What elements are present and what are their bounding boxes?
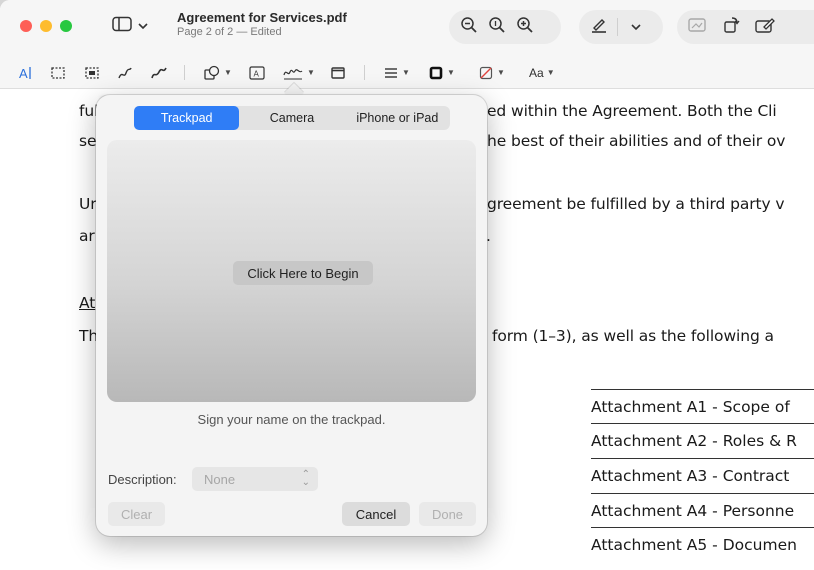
border-color-tool[interactable]: ▼ bbox=[428, 62, 455, 83]
shapes-tool[interactable]: ▼ bbox=[203, 62, 232, 83]
tab-trackpad[interactable]: Trackpad bbox=[134, 106, 240, 130]
up-down-chevron-icon: ⌃ ⌄ bbox=[301, 469, 310, 488]
text-box-icon: A bbox=[248, 65, 266, 81]
chevron-down-icon: ▼ bbox=[307, 68, 315, 77]
chevron-down-icon: ▼ bbox=[447, 68, 455, 77]
attachment-row: Attachment A2 - Roles & R bbox=[591, 423, 814, 457]
attachment-row: Attachment A4 - Personne bbox=[591, 493, 814, 527]
sketch-icon bbox=[117, 65, 133, 81]
zoom-controls bbox=[449, 10, 561, 44]
actual-size-button[interactable] bbox=[483, 13, 511, 41]
chevron-down-icon: ▼ bbox=[402, 68, 410, 77]
shapes-icon bbox=[203, 65, 221, 81]
zoom-in-button[interactable] bbox=[511, 13, 539, 41]
zoom-in-icon bbox=[516, 16, 534, 39]
draw-icon bbox=[150, 65, 168, 81]
doc-heading-prefix: At bbox=[79, 294, 96, 312]
signature-pad[interactable]: Click Here to Begin bbox=[107, 140, 476, 402]
rotate-icon bbox=[722, 16, 740, 39]
sign-tool[interactable]: ▼ bbox=[282, 62, 315, 83]
sidebar-icon bbox=[112, 16, 132, 37]
tab-iphone-or-ipad[interactable]: iPhone or iPad bbox=[345, 106, 450, 130]
text-style-tool[interactable]: Aa ▼ bbox=[529, 62, 555, 83]
document-title-block[interactable]: Agreement for Services.pdf Page 2 of 2 —… bbox=[177, 10, 347, 39]
doc-line: ed within the Agreement. Both the Cli bbox=[487, 102, 777, 120]
actual-size-icon bbox=[488, 16, 506, 39]
clear-button[interactable]: Clear bbox=[108, 502, 165, 526]
cancel-button[interactable]: Cancel bbox=[342, 502, 410, 526]
instant-alpha-tool[interactable] bbox=[84, 62, 100, 83]
attachment-row: Attachment A1 - Scope of bbox=[591, 389, 814, 423]
highlight-pen-icon bbox=[590, 16, 608, 39]
divider bbox=[364, 65, 365, 80]
doc-line-prefix: se bbox=[79, 132, 97, 150]
attachment-row: Attachment A5 - Documen bbox=[591, 527, 814, 561]
close-window-button[interactable] bbox=[20, 20, 32, 32]
highlight-controls bbox=[579, 10, 663, 44]
markup-toolbar: A ▼ A ▼ ▼ ▼ ▼ Aa ▼ bbox=[0, 56, 814, 89]
zoom-window-button[interactable] bbox=[60, 20, 72, 32]
sidebar-toggle-button[interactable] bbox=[104, 12, 156, 40]
sketch-tool[interactable] bbox=[117, 62, 133, 83]
minimize-window-button[interactable] bbox=[40, 20, 52, 32]
signature-popover: Trackpad Camera iPhone or iPad Click Her… bbox=[96, 95, 487, 536]
highlight-menu-button[interactable] bbox=[622, 13, 650, 41]
svg-text:A: A bbox=[19, 66, 28, 81]
chevron-down-icon: ▼ bbox=[224, 68, 232, 77]
tab-camera[interactable]: Camera bbox=[239, 106, 344, 130]
instant-alpha-icon bbox=[84, 65, 100, 81]
text-style-label: Aa bbox=[529, 65, 544, 80]
attachment-row: Attachment A3 - Contract bbox=[591, 458, 814, 492]
line-style-icon bbox=[383, 65, 399, 81]
zoom-out-icon bbox=[460, 16, 478, 39]
rectangular-selection-tool[interactable] bbox=[50, 62, 66, 83]
draw-tool[interactable] bbox=[150, 62, 168, 83]
markup-button[interactable] bbox=[751, 13, 779, 41]
edit-controls bbox=[677, 10, 814, 44]
click-to-begin-button[interactable]: Click Here to Begin bbox=[233, 261, 373, 285]
fill-color-icon bbox=[478, 65, 494, 81]
markup-icon bbox=[754, 16, 776, 39]
description-value: None bbox=[204, 471, 236, 487]
preview-window: Agreement for Services.pdf Page 2 of 2 —… bbox=[0, 0, 814, 570]
description-label: Description: bbox=[108, 472, 177, 487]
signature-hint: Sign your name on the trackpad. bbox=[197, 412, 386, 427]
svg-text:A: A bbox=[254, 69, 260, 78]
rotate-button[interactable] bbox=[717, 13, 745, 41]
note-icon bbox=[330, 65, 346, 81]
zoom-out-button[interactable] bbox=[455, 13, 483, 41]
signature-source-tabs: Trackpad Camera iPhone or iPad bbox=[134, 106, 450, 130]
document-title: Agreement for Services.pdf bbox=[177, 10, 347, 25]
divider bbox=[617, 18, 618, 36]
fill-color-tool[interactable]: ▼ bbox=[478, 62, 505, 83]
title-bar: Agreement for Services.pdf Page 2 of 2 —… bbox=[0, 0, 814, 56]
crop-icon bbox=[687, 17, 707, 38]
text-cursor-icon: A bbox=[18, 65, 34, 81]
note-tool[interactable] bbox=[330, 62, 346, 83]
done-button[interactable]: Done bbox=[419, 502, 476, 526]
doc-line: form (1–3), as well as the following a bbox=[492, 327, 774, 345]
signature-icon bbox=[282, 65, 304, 81]
document-subtitle: Page 2 of 2 — Edited bbox=[177, 26, 282, 38]
text-box-tool[interactable]: A bbox=[248, 62, 266, 83]
description-select[interactable]: None ⌃ ⌄ bbox=[192, 467, 318, 491]
doc-line-prefix: Ur bbox=[79, 195, 97, 213]
chevron-down-icon bbox=[631, 18, 641, 36]
doc-line: he best of their abilities and of their … bbox=[487, 132, 786, 150]
doc-line-prefix: ar bbox=[79, 227, 95, 245]
chevron-down-icon: ▼ bbox=[546, 68, 555, 77]
divider bbox=[184, 65, 185, 80]
shape-style-tool[interactable]: ▼ bbox=[383, 62, 410, 83]
chevron-down-icon: ▼ bbox=[497, 68, 505, 77]
border-color-icon bbox=[428, 65, 444, 81]
highlight-button[interactable] bbox=[585, 13, 613, 41]
crop-button[interactable] bbox=[683, 13, 711, 41]
rectangle-selection-icon bbox=[50, 65, 66, 81]
text-selection-tool[interactable]: A bbox=[18, 62, 34, 83]
chevron-down-icon bbox=[138, 17, 148, 35]
doc-line: greement be fulfilled by a third party v bbox=[487, 195, 785, 213]
